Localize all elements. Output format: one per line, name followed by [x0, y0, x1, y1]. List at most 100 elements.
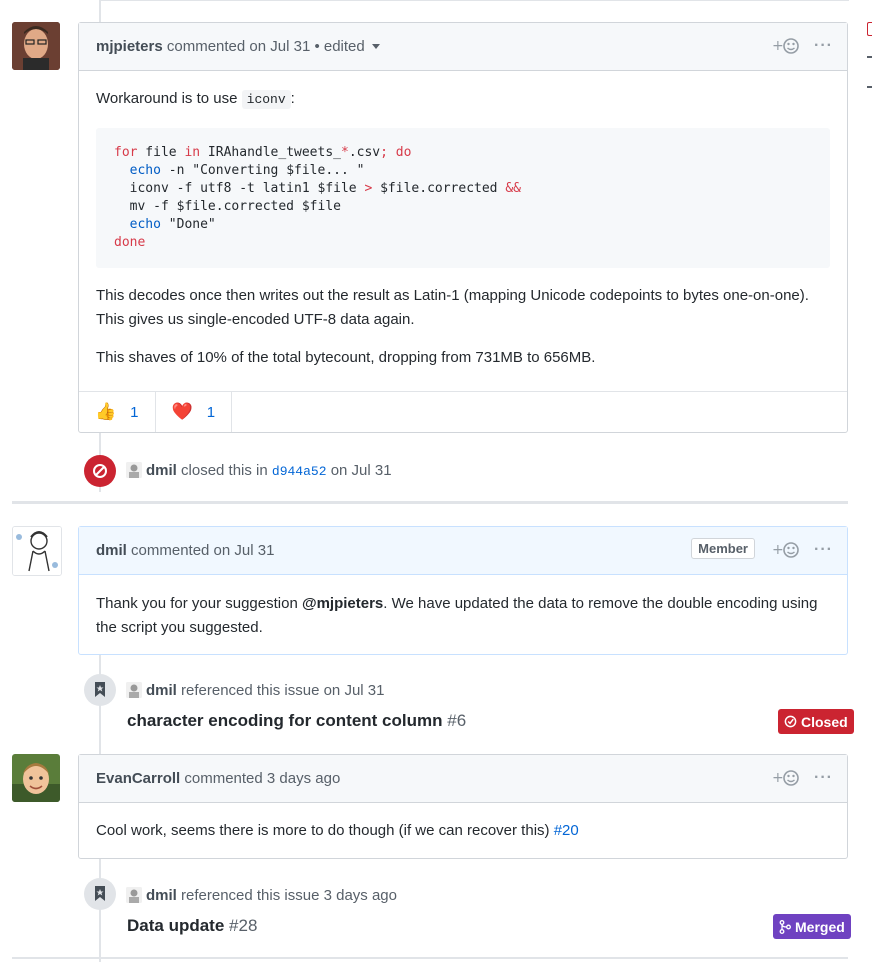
comment-body: Thank you for your suggestion @mjpieters…: [79, 575, 847, 656]
avatar[interactable]: [12, 754, 60, 802]
code-token: echo: [114, 163, 161, 178]
sidebar-edge: [867, 56, 872, 58]
timeline-divider: [12, 957, 848, 959]
timeline-divider: [12, 501, 848, 504]
comment-header: mjpieters commented on Jul 31 • edited +…: [79, 23, 847, 71]
reference-event: dmil referenced this issue 3 days ago: [126, 887, 397, 904]
more-options-icon[interactable]: ···: [814, 770, 833, 786]
code-token: do: [387, 145, 412, 160]
avatar[interactable]: [126, 462, 142, 478]
sidebar-edge: [867, 86, 872, 88]
comment-body: Workaround is to use iconv: for file in …: [79, 71, 847, 386]
comment-body: Cool work, seems there is more to do tho…: [79, 803, 847, 859]
comment-header-text: dmil commented on Jul 31: [96, 542, 274, 559]
svg-text:+: +: [772, 770, 784, 786]
thumbs-up-icon: 👍: [95, 402, 117, 421]
code-token: IRAhandle_tweets_: [200, 145, 341, 160]
comment-meta[interactable]: commented on Jul 31 • edited: [167, 38, 365, 55]
code-token: "Done": [160, 217, 216, 232]
status-label: Closed: [801, 713, 848, 730]
comment-header: EvanCarroll commented 3 days ago + ···: [79, 755, 847, 803]
event-text: closed this in: [181, 462, 268, 479]
author-link[interactable]: dmil: [96, 542, 127, 559]
comment-header-text: mjpieters commented on Jul 31 • edited: [96, 38, 380, 55]
status-label: Merged: [795, 918, 845, 935]
status-badge: Closed: [778, 709, 854, 734]
caret-down-icon[interactable]: [371, 44, 380, 49]
issue-title[interactable]: character encoding for content column: [127, 711, 443, 730]
sidebar-edge: [867, 22, 872, 36]
heart-icon: ❤️: [171, 402, 193, 421]
code-token: .csv: [348, 145, 381, 160]
bookmark-icon: [84, 878, 116, 910]
reactions-bar: 👍 1 ❤️ 1: [79, 391, 847, 432]
svg-text:+: +: [772, 542, 784, 558]
comment-paragraph: Thank you for your suggestion @mjpieters…: [96, 592, 830, 640]
code-token: ;: [380, 145, 388, 160]
more-options-icon[interactable]: ···: [814, 38, 833, 54]
comment-header: dmil commented on Jul 31 Member + ···: [79, 527, 847, 575]
add-reaction-icon[interactable]: +: [772, 36, 800, 56]
avatar[interactable]: [12, 22, 60, 70]
timeline-line: [99, 858, 101, 962]
add-reaction-icon[interactable]: +: [772, 540, 800, 560]
commit-link[interactable]: d944a52: [272, 464, 327, 479]
text: Workaround is to use: [96, 90, 242, 107]
reference-event: dmil referenced this issue on Jul 31: [126, 682, 384, 699]
circle-slash-icon: [84, 455, 116, 487]
comment-actions: + ···: [772, 540, 833, 560]
code-token: file: [137, 145, 185, 160]
avatar[interactable]: [12, 526, 62, 576]
event-text: referenced this issue 3 days ago: [181, 887, 397, 904]
timeline-line: [99, 0, 101, 22]
comment-meta[interactable]: commented 3 days ago: [184, 770, 340, 787]
code-token: for: [114, 145, 138, 160]
svg-text:+: +: [772, 38, 784, 54]
author-link[interactable]: dmil: [146, 682, 177, 699]
issue-number[interactable]: #6: [447, 711, 466, 730]
code-token: mv -f $file.corrected $file: [114, 199, 341, 214]
text: :: [290, 90, 295, 107]
comment-card: EvanCarroll commented 3 days ago + ··· C…: [78, 754, 848, 859]
mention-link[interactable]: @mjpieters: [302, 595, 383, 612]
bookmark-icon: [84, 674, 116, 706]
text: Cool work, seems there is more to do tho…: [96, 822, 554, 839]
author-link[interactable]: EvanCarroll: [96, 770, 180, 787]
comment-card: mjpieters commented on Jul 31 • edited +…: [78, 22, 848, 433]
issue-link[interactable]: #20: [554, 822, 579, 839]
reaction-count: 1: [206, 403, 216, 421]
comment-paragraph: Workaround is to use iconv:: [96, 87, 830, 112]
closed-event: dmil closed this in d944a52 on Jul 31: [126, 462, 392, 479]
author-link[interactable]: dmil: [146, 887, 177, 904]
comment-card: dmil commented on Jul 31 Member + ··· Th…: [78, 526, 848, 655]
git-merge-icon: [779, 919, 791, 934]
status-badge: Merged: [773, 914, 851, 939]
code-token: in: [184, 145, 201, 160]
code-token: iconv -f utf8 -t latin1 $file: [114, 181, 365, 196]
code-token: $file.corrected: [372, 181, 506, 196]
member-badge: Member: [691, 538, 755, 559]
pr-number[interactable]: #28: [229, 916, 257, 935]
comment-paragraph: This shaves of 10% of the total bytecoun…: [96, 349, 596, 366]
comment-meta[interactable]: commented on Jul 31: [131, 542, 274, 559]
referenced-issue-link[interactable]: character encoding for content column #6: [127, 711, 466, 731]
comment-paragraph: This decodes once then writes out the re…: [96, 287, 809, 328]
event-text: referenced this issue on Jul 31: [181, 682, 385, 699]
code-token: echo: [114, 217, 161, 232]
reaction-thumbs-up[interactable]: 👍 1: [79, 392, 156, 432]
author-link[interactable]: mjpieters: [96, 38, 163, 55]
issue-closed-icon: [784, 715, 797, 728]
reaction-count: 1: [130, 403, 139, 421]
code-token: done: [114, 235, 146, 250]
code-token: &&: [505, 181, 521, 196]
top-border: [99, 0, 849, 1]
code-token: *: [341, 145, 349, 160]
more-options-icon[interactable]: ···: [814, 542, 833, 558]
avatar[interactable]: [126, 887, 142, 903]
pr-title[interactable]: Data update: [127, 916, 224, 935]
reaction-heart[interactable]: ❤️ 1: [156, 392, 233, 432]
author-link[interactable]: dmil: [146, 462, 177, 479]
avatar[interactable]: [126, 682, 142, 698]
add-reaction-icon[interactable]: +: [772, 768, 800, 788]
referenced-pr-link[interactable]: Data update #28: [127, 916, 257, 936]
